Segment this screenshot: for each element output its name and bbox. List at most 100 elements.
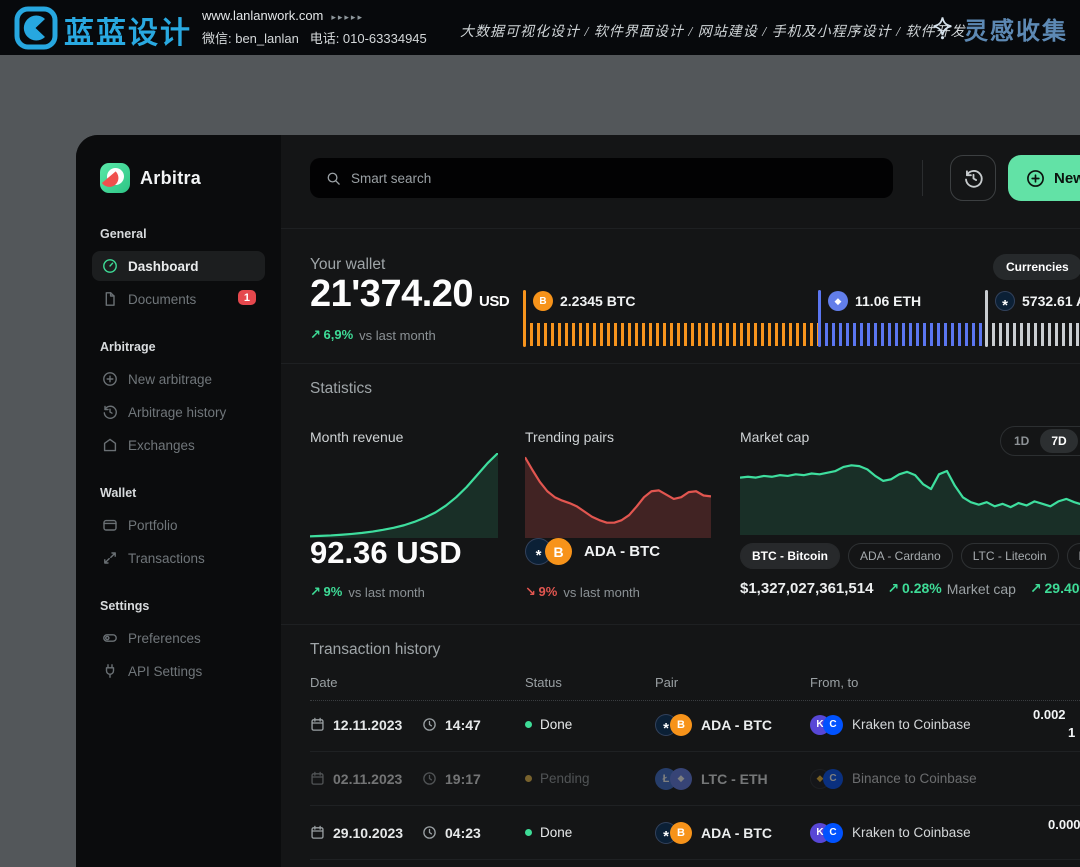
month-revenue-label: Month revenue (310, 429, 403, 445)
status-badge: Pending (525, 771, 655, 786)
table-row[interactable]: 12.11.202314:47Done*BADA - BTCKCKraken t… (310, 698, 1080, 752)
pair-pill-btc[interactable]: BTC - Bitcoin (740, 543, 840, 569)
sidebar-item-label: Arbitrage history (128, 405, 226, 420)
btc-coin-icon: B (670, 822, 692, 844)
holding-amount: 2.2345 BTC (560, 293, 635, 309)
plug-icon (102, 663, 118, 679)
table-row[interactable]: 02.11.202319:17PendingŁ◆LTC - ETH◆CBinan… (310, 752, 1080, 806)
sidebar-item-arbitrage-history[interactable]: Arbitrage history (92, 397, 265, 427)
status-dot-icon (525, 721, 532, 728)
tx-pair: Ł◆LTC - ETH (655, 768, 810, 790)
nav-section-label: General (100, 227, 265, 241)
plus-circle-icon (102, 371, 118, 387)
sidebar-item-preferences[interactable]: Preferences (92, 623, 265, 653)
table-body: 12.11.202314:47Done*BADA - BTCKCKraken t… (310, 698, 1080, 860)
new-arbitrage-button[interactable]: New arbitrage (1008, 155, 1080, 201)
history-button[interactable] (950, 155, 996, 201)
sidebar-item-api-settings[interactable]: API Settings (92, 656, 265, 686)
wallet-section-title: Your wallet (310, 256, 385, 274)
sidebar-item-exchanges[interactable]: Exchanges (92, 430, 265, 460)
holding-segment-btc: B2.2345 BTC (523, 290, 818, 348)
holding-segment-ada: *5732.61 ADA (985, 290, 1080, 348)
tx-time: 14:47 (445, 717, 481, 733)
range-7d[interactable]: 7D (1040, 429, 1077, 453)
dashboard-icon (102, 258, 118, 274)
segment-marker (818, 290, 821, 347)
holdings-bar: B2.2345 BTC◆11.06 ETH*5732.61 ADA (523, 290, 1080, 348)
sidebar-item-dashboard[interactable]: Dashboard (92, 251, 265, 281)
status-dot-icon (525, 829, 532, 836)
coinbase-coin-icon: C (823, 769, 843, 789)
sidebar-item-label: New arbitrage (128, 372, 212, 387)
sidebar-item-label: Preferences (128, 631, 201, 646)
pair-pill-ada[interactable]: ADA - Cardano (848, 543, 953, 569)
arrows-icon: ▸▸▸▸▸ (331, 12, 364, 22)
eth-coin-icon: ◆ (670, 768, 692, 790)
col-pair: Pair (655, 675, 810, 690)
tx-pair: *BADA - BTC (655, 714, 810, 736)
notification-badge: 1 (238, 290, 256, 305)
banner-contacts: 微信: ben_lanlan 电话: 010-63334945 (202, 28, 427, 47)
sidebar-item-transactions[interactable]: Transactions (92, 543, 265, 573)
calendar-icon (310, 771, 325, 786)
segment-marker (523, 290, 526, 347)
wallet-currency: USD (479, 293, 509, 310)
segment-ticks (825, 323, 985, 346)
clock-icon (422, 825, 437, 840)
calendar-icon (310, 717, 325, 732)
ada-coin-icon: * (995, 291, 1015, 311)
wallet-balance: 21'374.20USD (310, 273, 509, 316)
history-icon (102, 404, 118, 420)
sidebar-item-label: Transactions (128, 551, 205, 566)
arrow-up-icon: ↗ (887, 580, 899, 596)
segment-marker (985, 290, 988, 347)
status-badge: Done (525, 825, 655, 840)
sidebar-item-documents[interactable]: Documents1 (92, 284, 265, 314)
volume-change: ↗ 29.40%Volume (24h) (1030, 580, 1080, 597)
holding-amount: 11.06 ETH (855, 293, 921, 309)
arbitra-logo-icon (100, 163, 130, 193)
range-switcher: 1D7D1M (1000, 426, 1080, 456)
market-cap-label: Market cap (740, 429, 809, 445)
month-revenue-chart (310, 453, 498, 538)
calendar-icon (310, 825, 325, 840)
clock-rotate-icon (963, 168, 984, 189)
sparkle-star-icon (929, 15, 956, 42)
sidebar-item-portfolio[interactable]: Portfolio (92, 510, 265, 540)
amount-cell: 0.002 (1033, 707, 1066, 722)
search-bar[interactable] (310, 158, 893, 198)
market-cap-pairs: BTC - Bitcoin ADA - Cardano LTC - Litecoin… (740, 543, 1080, 569)
sidebar-item-new-arbitrage[interactable]: New arbitrage (92, 364, 265, 394)
range-1d[interactable]: 1D (1003, 429, 1040, 453)
promo-banner: 蓝蓝设计 www.lanlanwork.com▸▸▸▸▸ 微信: ben_lan… (0, 0, 1080, 55)
clock-icon (422, 717, 437, 732)
sidebar-item-label: Portfolio (128, 518, 178, 533)
segment-ticks (530, 323, 818, 346)
search-icon (326, 171, 341, 186)
amount-cell: 0.0000 (1048, 817, 1080, 832)
tx-time: 19:17 (445, 771, 481, 787)
plus-circle-icon (1026, 169, 1045, 188)
arrow-up-icon: ↗ (310, 327, 321, 342)
statistics-section-title: Statistics (310, 380, 372, 398)
col-date: Date (310, 675, 525, 690)
tx-date: 29.10.2023 (333, 825, 403, 841)
search-input[interactable] (351, 171, 877, 186)
tx-time: 04:23 (445, 825, 481, 841)
arrow-down-icon: ↘ (525, 584, 536, 599)
nav-section-label: Wallet (100, 486, 265, 500)
pair-pill-eth[interactable]: ETH - Ethereum (1067, 543, 1080, 569)
wallet-tab-currencies[interactable]: Currencies (993, 254, 1080, 280)
pair-pill-ltc[interactable]: LTC - Litecoin (961, 543, 1059, 569)
clock-icon (422, 771, 437, 786)
screen: 蓝蓝设计 www.lanlanwork.com▸▸▸▸▸ 微信: ben_lan… (0, 0, 1080, 867)
lanlan-logo-icon (14, 6, 58, 50)
section-divider (281, 228, 1080, 229)
wallet-tabs: CurrenciesExchanges (993, 254, 1080, 280)
table-row[interactable]: 29.10.202304:23Done*BADA - BTCKCKraken t… (310, 806, 1080, 860)
trending-pair: *B ADA - BTC (525, 538, 660, 565)
trending-pairs-chart (525, 453, 711, 538)
section-divider (281, 363, 1080, 364)
status-dot-icon (525, 775, 532, 782)
banner-brand: 蓝蓝设计 (64, 8, 192, 52)
